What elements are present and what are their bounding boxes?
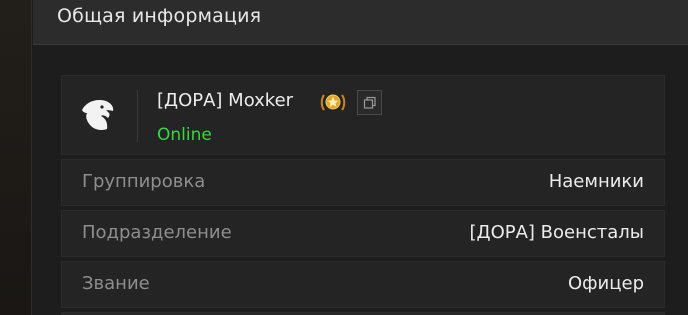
row-value: Наемники: [548, 171, 644, 192]
copy-button[interactable]: [357, 90, 382, 115]
eagle-icon: [80, 96, 118, 134]
row-label: Подразделение: [82, 222, 232, 243]
row-division: Подразделение [ДОРА] Военсталы: [61, 210, 665, 257]
left-background-strip: [0, 0, 32, 315]
row-group: Группировка Наемники: [61, 159, 665, 206]
row-value: [ДОРА] Военсталы: [469, 222, 645, 243]
card-divider: [137, 90, 138, 142]
gold-medal-icon: [320, 90, 346, 114]
player-name: [ДОРА] Moxker: [157, 90, 294, 111]
row-label: Группировка: [82, 171, 206, 192]
copy-icon: [363, 96, 376, 109]
online-status: Online: [157, 125, 212, 145]
row-rank: Звание Офицер: [61, 261, 665, 308]
row-value: Офицер: [567, 273, 644, 294]
player-info-panel: Общая информация [ДОРА] Moxker Online Гр…: [0, 0, 688, 315]
player-card: [ДОРА] Moxker Online: [61, 75, 665, 155]
section-title: Общая информация: [57, 5, 262, 27]
row-label: Звание: [82, 273, 150, 294]
section-header: Общая информация: [33, 0, 688, 45]
